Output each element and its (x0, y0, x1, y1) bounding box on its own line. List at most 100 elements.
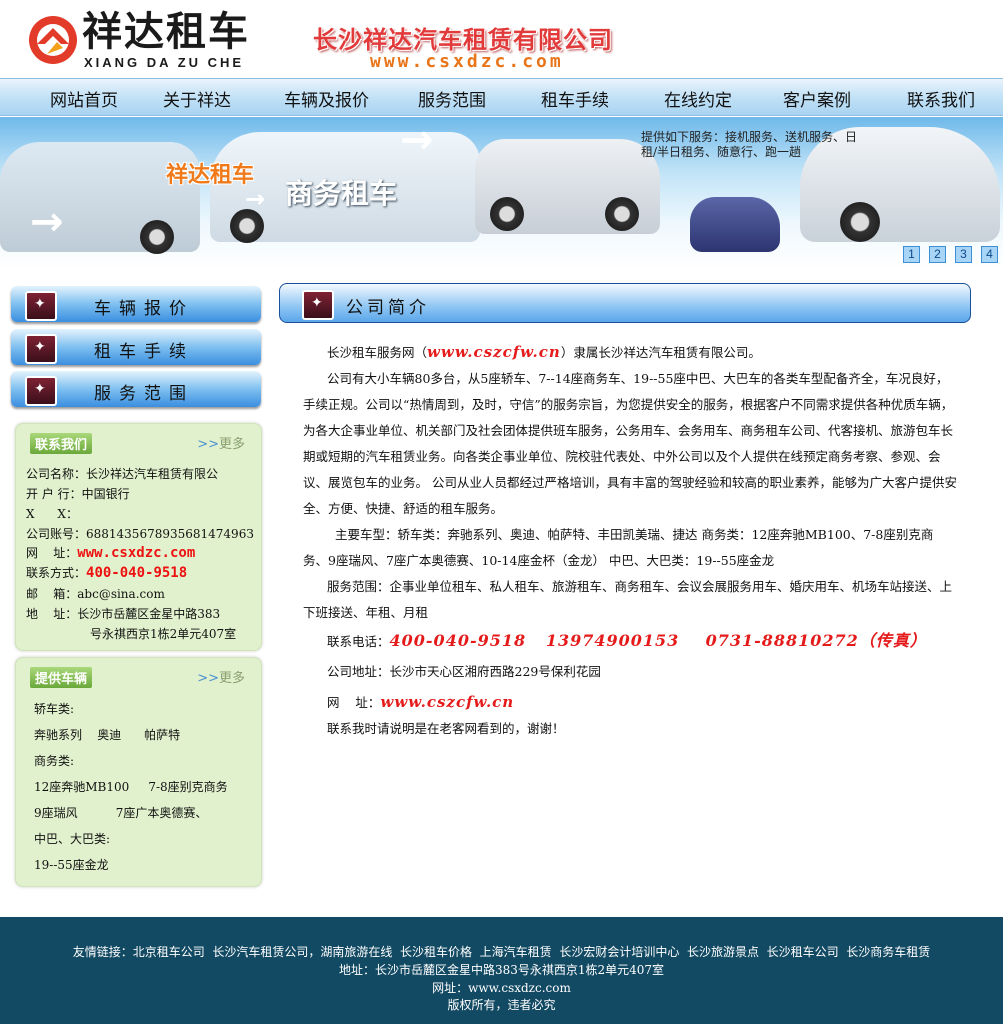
nav-item-home[interactable]: 网站首页 (50, 86, 118, 111)
logo-pinyin: XIANG DA ZU CHE (84, 55, 245, 70)
banner-page-4[interactable]: 4 (981, 246, 998, 263)
wheel-shape (490, 197, 524, 231)
vehicle-row: 12座奔驰MB100 7-8座别克商务 (34, 780, 228, 794)
nav-item-procedures[interactable]: 租车手续 (541, 86, 609, 111)
side-menu-vehicle-prices[interactable]: ✦ 车辆报价 (11, 286, 261, 322)
footer-link[interactable]: 北京租车公司 (133, 945, 205, 959)
footer-link[interactable]: 上海汽车租赁 (480, 945, 552, 959)
more-label: 更多 (218, 671, 245, 686)
wheel-shape (230, 209, 264, 243)
main-nav: 网站首页 关于祥达 车辆及报价 服务范围 租车手续 在线约定 客户案例 联系我们 (0, 78, 1003, 116)
contact-website-label: 网 址： (26, 546, 78, 560)
site-header: 祥达租车 XIANG DA ZU CHE 长沙祥达汽车租赁有限公司 www.cs… (0, 0, 1003, 78)
logo-badge-icon: ✦ (25, 334, 57, 364)
site-footer: 友情链接：北京租车公司 长沙汽车租赁公司，湖南旅游在线 长沙租车价格 上海汽车租… (0, 917, 1003, 1024)
footer-link[interactable]: 长沙租车公司 (767, 945, 839, 959)
footer-website: 网址：www.csxdzc.com (432, 981, 571, 995)
phone-line: 联系电话：400-040-9518 13974900153 0731-88810… (303, 628, 958, 655)
section-title: 公司简介 (346, 298, 430, 318)
footer-link[interactable]: 长沙租车价格 (400, 945, 472, 959)
contact-panel: 联系我们 >>更多 公司名称：长沙祥达汽车租赁有限公 开 户 行：中国银行 X … (15, 423, 262, 651)
vehicle-row: 中巴、大巴类: (34, 832, 111, 846)
website-link[interactable]: www.cszcfw.cn (380, 693, 514, 711)
footer-address: 地址：长沙市岳麓区金星中路383号永祺西京1栋2单元407室 (338, 963, 665, 977)
intro-url[interactable]: www.cszcfw.cn (427, 343, 561, 361)
nav-item-services[interactable]: 服务范围 (418, 86, 486, 111)
logo-icon[interactable] (27, 14, 79, 66)
nav-item-about[interactable]: 关于祥达 (163, 86, 231, 111)
logo-text: 祥达租车 (82, 9, 250, 55)
company-name: 长沙祥达汽车租赁有限公司 (313, 26, 613, 54)
logo-badge-icon: ✦ (25, 291, 57, 321)
contact-address-2: 号永祺西京1栋2单元407室 (90, 627, 237, 641)
contact-address-1: 地 址：长沙市岳麓区金星中路383 (26, 607, 221, 621)
footer-link[interactable]: 长沙宏财会计培训中心 (559, 945, 679, 959)
banner-page-2[interactable]: 2 (929, 246, 946, 263)
logo-badge-icon: ✦ (302, 290, 334, 320)
more-link[interactable]: >>更多 (197, 433, 245, 452)
website-line: 网 址：www.cszcfw.cn (303, 689, 958, 716)
logo-badge-icon: ✦ (25, 376, 57, 406)
contact-bank: 开 户 行：中国银行 (26, 487, 130, 501)
more-link[interactable]: >>更多 (197, 667, 245, 686)
arrow-icon: → (245, 185, 266, 213)
contact-account: 公司账号：688143567893568147496З (26, 527, 254, 541)
address-line: 公司地址：长沙市天心区湘府西路229号保利花园 (327, 664, 601, 679)
nav-item-booking[interactable]: 在线约定 (664, 86, 732, 111)
more-label: 更多 (218, 437, 245, 452)
arrow-icon: → (30, 199, 64, 245)
banner-page-1[interactable]: 1 (903, 246, 920, 263)
banner-description: 提供如下服务：接机服务、送机服务、日租/半日租务、随意行、跑一趟 (641, 130, 858, 159)
contact-phone-label: 联系方式： (26, 566, 87, 580)
banner-title: 商务租车 (285, 177, 398, 210)
footer-copyright: 版权所有，违者必究 (447, 998, 556, 1012)
closing-line: 联系我时请说明是在老客网看到的，谢谢！ (327, 721, 565, 736)
banner: → → → 祥达租车 商务租车 提供如下服务：接机服务、送机服务、日租/半日租务… (0, 117, 1003, 269)
website-label: 网 址： (327, 695, 381, 710)
vehicle-row: 轿车类: (34, 702, 75, 716)
side-menu-services[interactable]: ✦ 服务范围 (11, 371, 261, 407)
intro-paragraph: 公司有大小车辆80多台，从5座轿车、7--14座商务车、19--55座中巴、大巴… (303, 371, 957, 516)
vehicle-row: 奔驰系列 奥迪 帕萨特 (34, 728, 181, 742)
footer-link[interactable]: 长沙旅游景点 (687, 945, 759, 959)
nav-item-vehicles[interactable]: 车辆及报价 (284, 86, 369, 111)
banner-page-3[interactable]: 3 (955, 246, 972, 263)
side-menu-label: 租车手续 (94, 342, 194, 362)
vehicles-panel: 提供车辆 >>更多 轿车类: 奔驰系列 奥迪 帕萨特 商务类: 12座奔驰MB1… (15, 657, 262, 887)
vehicle-row: 19--55座金龙 (34, 858, 109, 872)
contact-x: X X： (26, 507, 78, 521)
wheel-shape (140, 220, 174, 254)
company-url: www.csxdzc.com (370, 51, 564, 72)
intro-suffix: ）隶属长沙祥达汽车租赁有限公司。 (560, 345, 761, 360)
intro-line: 长沙租车服务网（www.cszcfw.cn）隶属长沙祥达汽车租赁有限公司。 (303, 339, 958, 366)
service-scope-paragraph: 服务范围：企事业单位租车、私人租车、旅游租车、商务租车、会议会展服务用车、婚庆用… (303, 579, 953, 620)
company-intro: 长沙租车服务网（www.cszcfw.cn）隶属长沙祥达汽车租赁有限公司。 公司… (303, 339, 958, 742)
vehicle-row: 9座瑞风 7座广本奥德赛、 (34, 806, 208, 820)
wheel-shape (605, 197, 639, 231)
contact-phone-row: 联系方式：400-040-9518 (26, 564, 187, 581)
footer-link[interactable]: 长沙汽车租赁公司，湖南旅游在线 (212, 945, 392, 959)
footer-links: 友情链接：北京租车公司 长沙汽车租赁公司，湖南旅游在线 长沙租车价格 上海汽车租… (0, 943, 1003, 960)
intro-prefix: 长沙租车服务网（ (327, 345, 428, 360)
vehicle-row: 商务类: (34, 754, 75, 768)
wheel-shape (840, 202, 880, 242)
contact-website[interactable]: www.csxdzc.com (77, 545, 195, 561)
arrow-icon: → (400, 117, 434, 163)
side-menu-label: 车辆报价 (94, 299, 194, 319)
phone-numbers: 400-040-9518 13974900153 0731-88810272（传… (389, 631, 927, 650)
contact-company: 公司名称：长沙祥达汽车租赁有限公 (26, 467, 219, 481)
contact-website-row: 网 址：www.csxdzc.com (26, 544, 195, 561)
panel-title: 提供车辆 (30, 667, 93, 688)
contact-email: 邮 箱：abc@sina.com (26, 587, 165, 601)
double-chevron-icon: >> (197, 671, 219, 686)
phone-label: 联系电话： (327, 634, 390, 649)
section-header: ✦ 公司简介 (279, 283, 971, 323)
footer-link[interactable]: 长沙商务车租赁 (846, 945, 930, 959)
nav-item-cases[interactable]: 客户案例 (783, 86, 851, 111)
banner-brand: 祥达租车 (166, 163, 255, 188)
nav-item-contact[interactable]: 联系我们 (907, 86, 975, 111)
footer-links-label: 友情链接： (72, 945, 133, 959)
double-chevron-icon: >> (197, 437, 219, 452)
side-menu-procedures[interactable]: ✦ 租车手续 (11, 329, 261, 365)
side-menu-label: 服务范围 (94, 384, 194, 404)
